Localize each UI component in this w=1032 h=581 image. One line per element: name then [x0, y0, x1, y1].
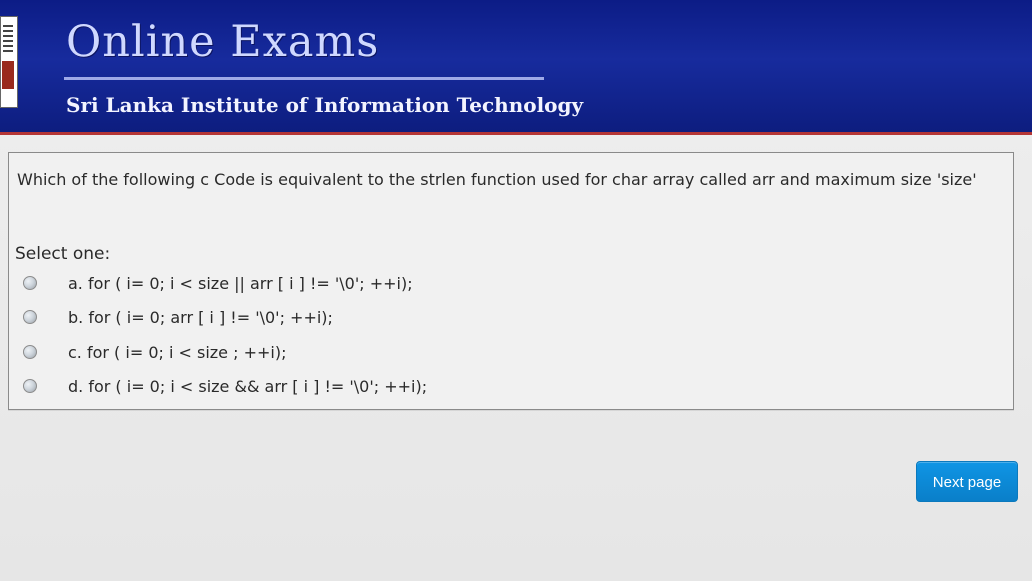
- header-divider: [64, 77, 544, 80]
- exam-header: Online Exams Sri Lanka Institute of Info…: [0, 0, 1032, 135]
- answer-option-label-a: a. for ( i= 0; i < size || arr [ i ] != …: [68, 274, 413, 293]
- radio-button-c[interactable]: [23, 345, 37, 359]
- answer-option-label-d: d. for ( i= 0; i < size && arr [ i ] != …: [68, 377, 428, 396]
- answer-option-label-c: c. for ( i= 0; i < size ; ++i);: [68, 343, 287, 362]
- question-panel: Which of the following c Code is equival…: [8, 152, 1014, 410]
- answer-option-a[interactable]: a. for ( i= 0; i < size || arr [ i ] != …: [9, 270, 994, 300]
- select-one-label: Select one:: [15, 244, 111, 264]
- answer-option-b[interactable]: b. for ( i= 0; arr [ i ] != '\0'; ++i);: [9, 304, 994, 334]
- institute-logo: [0, 16, 18, 108]
- radio-button-d[interactable]: [23, 379, 37, 393]
- answer-option-d[interactable]: d. for ( i= 0; i < size && arr [ i ] != …: [9, 373, 994, 403]
- exam-page: Online Exams Sri Lanka Institute of Info…: [0, 0, 1032, 581]
- question-text: Which of the following c Code is equival…: [17, 170, 977, 189]
- next-page-button[interactable]: Next page: [916, 461, 1018, 502]
- radio-button-a[interactable]: [23, 276, 37, 290]
- answer-option-c[interactable]: c. for ( i= 0; i < size ; ++i);: [9, 339, 994, 369]
- institute-name: Sri Lanka Institute of Information Techn…: [66, 93, 584, 117]
- radio-button-b[interactable]: [23, 310, 37, 324]
- page-title: Online Exams: [66, 17, 380, 67]
- answer-option-label-b: b. for ( i= 0; arr [ i ] != '\0'; ++i);: [68, 308, 333, 327]
